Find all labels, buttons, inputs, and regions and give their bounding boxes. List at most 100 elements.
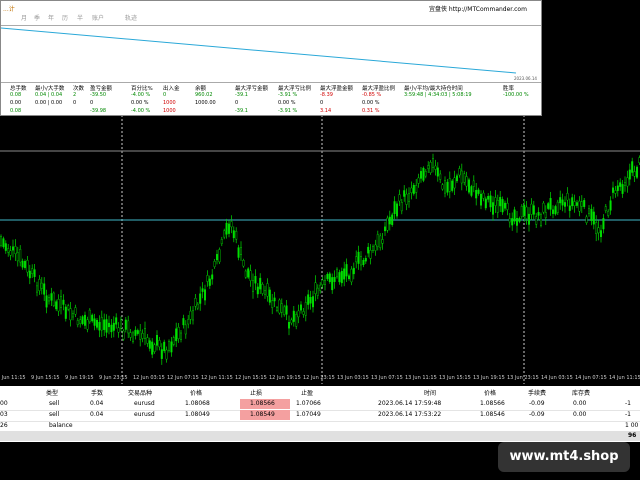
candle-body — [184, 324, 187, 335]
candle-body — [81, 316, 84, 324]
candle-body — [391, 214, 394, 225]
candle-body — [465, 176, 468, 187]
candle-body — [278, 299, 281, 314]
stat-cell: 0 — [163, 92, 167, 98]
candle-body — [11, 246, 14, 251]
candle-body — [67, 305, 70, 310]
table-cell-type: sell — [49, 411, 60, 418]
chart-grid — [121, 115, 525, 384]
table-cell-profit: 1 00 — [625, 422, 639, 429]
menu-item[interactable]: 轨迹 — [125, 13, 137, 22]
menu-item[interactable]: 账户 — [92, 13, 104, 22]
menu-item[interactable]: ...计 — [3, 4, 15, 13]
candle-body — [434, 165, 437, 170]
candle-body — [448, 178, 451, 192]
candle-body — [396, 203, 399, 217]
candle-body — [237, 247, 240, 258]
stat-header: 胜率 — [503, 86, 515, 92]
candle-body — [489, 195, 492, 208]
candle-body — [69, 308, 72, 321]
table-header[interactable]: 类型 — [46, 388, 58, 397]
table-header[interactable]: 止盈 — [301, 388, 313, 397]
table-cell-symbol: eurusd — [134, 400, 155, 407]
x-axis-tick-label: 13 Jun 19:15 — [473, 375, 505, 381]
stat-cell: -4.00 % — [131, 92, 151, 98]
candle-body — [2, 238, 5, 247]
candle-body — [369, 249, 372, 259]
candle-body — [597, 227, 600, 234]
candle-body — [424, 171, 427, 177]
candle-body — [256, 286, 259, 295]
candle-body — [398, 194, 401, 202]
candle-body — [28, 270, 31, 279]
candle-body — [52, 292, 55, 306]
table-header[interactable]: 时间 — [424, 388, 436, 397]
candle-body — [532, 205, 535, 215]
candle-body — [196, 303, 199, 309]
watermark: www.mt4.shop — [498, 442, 630, 472]
candle-body — [621, 184, 624, 194]
candle-body — [230, 221, 233, 228]
candle-body — [107, 322, 110, 328]
equity-chart-date: 2023.06.14 — [514, 76, 537, 81]
stat-cell: -0.85 % — [362, 92, 382, 98]
candle-body — [324, 280, 327, 285]
table-header[interactable]: 手续费 — [528, 388, 546, 397]
x-axis-tick-label: 12 Jun 19:15 — [269, 375, 301, 381]
candle-body — [225, 222, 228, 235]
candle-body — [64, 306, 67, 319]
candle-body — [307, 294, 310, 305]
candle-body — [494, 197, 497, 206]
candle-body — [417, 177, 420, 184]
table-header[interactable]: 手数 — [91, 388, 103, 397]
candle-body — [167, 341, 170, 351]
menu-item[interactable]: 月 — [21, 13, 27, 22]
candle-body — [74, 307, 77, 315]
candle-body — [249, 270, 252, 281]
candle-body — [609, 200, 612, 211]
candle-body — [189, 310, 192, 320]
candle-body — [213, 261, 216, 267]
candle-body — [163, 341, 166, 352]
stat-header: 最小/平均/最大持仓时间 — [404, 86, 463, 92]
candle-body — [556, 201, 559, 213]
table-header[interactable]: 交易品种 — [128, 388, 152, 397]
menu-item[interactable]: 历 — [62, 13, 68, 22]
table-cell-symbol: eurusd — [134, 411, 155, 418]
candle-body — [412, 184, 415, 194]
candle-body — [199, 293, 202, 304]
candle-body — [259, 277, 262, 290]
x-axis-tick-label: 12 Jun 23:15 — [303, 375, 335, 381]
menu-item[interactable]: 半 — [77, 13, 83, 22]
candle-body — [247, 268, 250, 278]
table-header[interactable]: 库存费 — [572, 388, 590, 397]
table-header[interactable]: 价格 — [190, 388, 202, 397]
candle-body — [446, 181, 449, 193]
candle-body — [295, 314, 298, 327]
table-header[interactable]: 价格 — [484, 388, 496, 397]
panel-title-link[interactable]: 宜盘侠 http://MTCommander.com — [429, 4, 527, 13]
table-cell-tp: 1.07066 — [296, 400, 321, 407]
candle-body — [187, 319, 190, 325]
candle-body — [340, 271, 343, 284]
candle-body — [549, 198, 552, 210]
menu-item[interactable]: 季 — [34, 13, 40, 22]
stat-cell: 0 — [320, 100, 324, 106]
candle-body — [405, 193, 408, 205]
stat-cell: 960.02 — [195, 92, 213, 98]
candle-body — [376, 234, 379, 247]
candle-body — [580, 201, 583, 207]
stat-header: 百分比% — [131, 86, 153, 92]
table-cell-type: sell — [49, 400, 60, 407]
candle-body — [24, 261, 27, 268]
candle-body — [112, 322, 115, 331]
candle-body — [616, 185, 619, 191]
candle-body — [98, 322, 101, 331]
candle-body — [208, 278, 211, 286]
candle-body — [268, 289, 271, 303]
table-header[interactable]: 止损 — [250, 388, 262, 397]
menu-item[interactable]: 年 — [48, 13, 54, 22]
candle-body — [16, 252, 19, 262]
candle-body — [460, 170, 463, 184]
candle-body — [384, 226, 387, 232]
